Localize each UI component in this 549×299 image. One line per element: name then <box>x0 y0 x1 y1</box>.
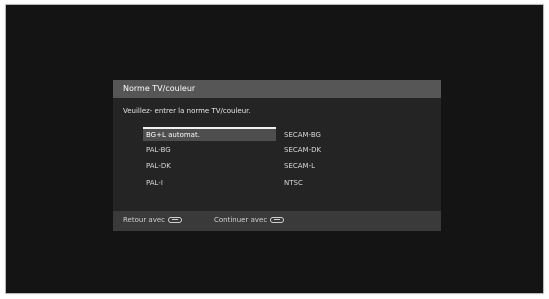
continue-hint[interactable]: Continuer avec <box>214 216 285 224</box>
remote-button-icon <box>168 217 183 223</box>
option-secam-l[interactable]: SECAM-L <box>281 159 401 173</box>
option-pal-dk[interactable]: PAL-DK <box>143 159 276 173</box>
tv-norm-dialog: Norme TV/couleur Veuillez- entrer la nor… <box>113 80 441 231</box>
option-pal-bg[interactable]: PAL-BG <box>143 143 276 157</box>
continue-label: Continuer avec <box>214 216 268 224</box>
option-secam-dk[interactable]: SECAM-DK <box>281 143 401 157</box>
back-label: Retour avec <box>123 216 166 224</box>
dialog-title: Norme TV/couleur <box>123 84 196 93</box>
dialog-body: Veuillez- entrer la norme TV/couleur. BG… <box>113 98 441 211</box>
option-secam-bg[interactable]: SECAM-BG <box>281 128 401 142</box>
option-ntsc[interactable]: NTSC <box>281 176 401 190</box>
dialog-title-bar: Norme TV/couleur <box>113 80 441 98</box>
option-bg-l-auto[interactable]: BG+L automat. <box>143 127 276 141</box>
back-hint[interactable]: Retour avec <box>123 216 183 224</box>
tv-screen: Norme TV/couleur Veuillez- entrer la nor… <box>6 5 543 293</box>
remote-button-icon <box>270 217 285 223</box>
option-pal-i[interactable]: PAL-I <box>143 176 276 190</box>
dialog-prompt: Veuillez- entrer la norme TV/couleur. <box>123 107 251 115</box>
